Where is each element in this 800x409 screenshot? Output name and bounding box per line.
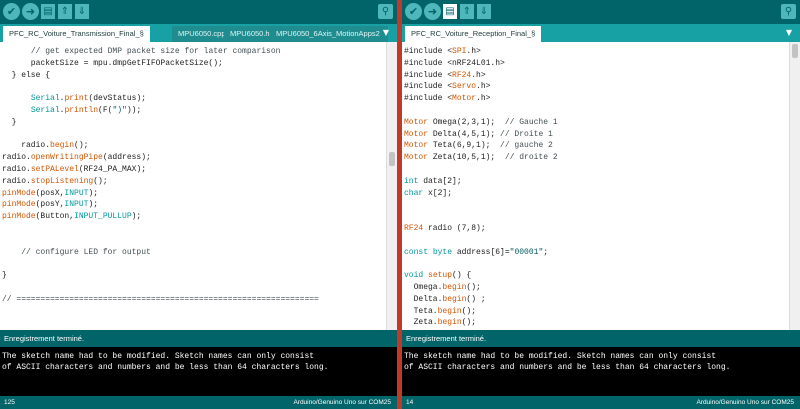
code-line[interactable]: Motor Zeta(10,5,1); // droite 2 <box>404 153 558 162</box>
code-line[interactable]: } <box>2 271 7 280</box>
code-line[interactable]: packetSize = mpu.dmpGetFIFOPacketSize(); <box>2 59 223 68</box>
console-line: The sketch name had to be modified. Sket… <box>2 352 315 361</box>
code-line[interactable]: // get expected DMP packet size for late… <box>2 47 281 56</box>
right-scrollbar-thumb[interactable] <box>792 44 798 58</box>
code-line[interactable]: radio.begin(); <box>2 141 88 150</box>
code-line[interactable]: const byte address[6]="00001"; <box>404 248 548 257</box>
left-code-text[interactable]: // get expected DMP packet size for late… <box>0 42 387 306</box>
tab-transmission-final[interactable]: PFC_RC_Voiture_Transmission_Final_§ <box>3 26 150 42</box>
left-tab-bar: PFC_RC_Voiture_Transmission_Final_§ MPU6… <box>0 24 397 42</box>
code-line[interactable]: int data[2]; <box>404 177 462 186</box>
right-console-text: The sketch name had to be modified. Sket… <box>402 347 800 373</box>
open-sketch-icon[interactable]: ⇑ <box>58 4 72 19</box>
code-line[interactable]: #include <SPI.h> <box>404 47 481 56</box>
code-line[interactable]: #include <RF24.h> <box>404 71 486 80</box>
right-footer: 14 Arduino/Genuino Uno sur COM25 <box>402 396 800 409</box>
upload-icon[interactable]: ➜ <box>22 3 39 20</box>
console-line: The sketch name had to be modified. Sket… <box>404 352 717 361</box>
code-line[interactable]: radio.stopListening(); <box>2 177 108 186</box>
code-line[interactable]: radio.openWritingPipe(address); <box>2 153 151 162</box>
verify-icon[interactable]: ✔ <box>405 3 422 20</box>
right-ide-window: ✔ ➜ ▤ ⇑ ⇓ ⚲ PFC_RC_Voiture_Reception_Fin… <box>402 0 800 409</box>
left-ide-window: ✔ ➜ ▤ ⇑ ⇓ ⚲ PFC_RC_Voiture_Transmission_… <box>0 0 397 409</box>
new-sketch-icon[interactable]: ▤ <box>41 4 55 19</box>
right-editor-scrollbar[interactable] <box>789 42 800 330</box>
code-line[interactable]: Zeta.begin(); <box>404 318 476 327</box>
left-scrollbar-thumb[interactable] <box>389 152 395 166</box>
right-console: The sketch name had to be modified. Sket… <box>402 347 800 396</box>
code-line[interactable]: Teta.begin(); <box>404 307 476 316</box>
right-tab-bar: PFC_RC_Voiture_Reception_Final_§ ▼ <box>402 24 800 42</box>
new-sketch-icon[interactable]: ▤ <box>443 4 457 19</box>
code-line[interactable]: pinMode(posX,INPUT); <box>2 189 98 198</box>
left-editor-scrollbar[interactable] <box>386 42 397 330</box>
tab-mpu6050-h[interactable]: MPU6050.h <box>224 26 276 42</box>
board-port-label: Arduino/Genuino Uno sur COM25 <box>293 399 391 406</box>
code-line[interactable]: #include <Motor.h> <box>404 94 490 103</box>
tab-mpu6050-cpp[interactable]: MPU6050.cpp <box>172 26 232 42</box>
save-sketch-icon[interactable]: ⇓ <box>477 4 491 19</box>
code-line[interactable]: // configure LED for output <box>2 248 151 257</box>
console-line: of ASCII characters and numbers and be l… <box>2 363 329 372</box>
line-number: 125 <box>4 399 15 406</box>
code-line[interactable]: #include <nRF24L01.h> <box>404 59 505 68</box>
code-line[interactable]: } <box>2 118 17 127</box>
right-toolbar: ✔ ➜ ▤ ⇑ ⇓ ⚲ <box>402 0 800 24</box>
left-console-text: The sketch name had to be modified. Sket… <box>0 347 397 373</box>
code-line[interactable]: } else { <box>2 71 50 80</box>
left-status-bar: Enregistrement terminé. <box>0 330 397 347</box>
upload-icon[interactable]: ➜ <box>424 3 441 20</box>
code-line[interactable]: void setup() { <box>404 271 471 280</box>
serial-monitor-icon[interactable]: ⚲ <box>781 4 796 19</box>
tab-mpu6050-motionapps[interactable]: MPU6050_6Axis_MotionApps2 <box>270 26 388 42</box>
right-status-bar: Enregistrement terminé. <box>402 330 800 347</box>
code-line[interactable]: Omega.begin(); <box>404 283 481 292</box>
code-line[interactable]: radio.setPALevel(RF24_PA_MAX); <box>2 165 146 174</box>
tab-menu-chevron-down-icon[interactable]: ▼ <box>383 28 389 38</box>
code-line[interactable]: Serial.println(F(")")); <box>2 106 141 115</box>
open-sketch-icon[interactable]: ⇑ <box>460 4 474 19</box>
board-port-label: Arduino/Genuino Uno sur COM25 <box>696 399 794 406</box>
code-line[interactable]: RF24 radio (7,8); <box>404 224 486 233</box>
right-code-text[interactable]: #include <SPI.h> #include <nRF24L01.h> #… <box>402 42 790 329</box>
code-line[interactable]: Motor Omega(2,3,1); // Gauche 1 <box>404 118 558 127</box>
left-footer: 125 Arduino/Genuino Uno sur COM25 <box>0 396 397 409</box>
code-line[interactable]: Motor Teta(6,9,1); // gauche 2 <box>404 141 553 150</box>
console-line: of ASCII characters and numbers and be l… <box>404 363 731 372</box>
tab-menu-chevron-down-icon[interactable]: ▼ <box>786 28 792 38</box>
code-line[interactable]: pinMode(posY,INPUT); <box>2 200 98 209</box>
save-sketch-icon[interactable]: ⇓ <box>75 4 89 19</box>
code-line[interactable]: // =====================================… <box>2 295 319 304</box>
serial-monitor-icon[interactable]: ⚲ <box>378 4 393 19</box>
left-toolbar: ✔ ➜ ▤ ⇑ ⇓ ⚲ <box>0 0 397 24</box>
code-line[interactable]: #include <Servo.h> <box>404 82 490 91</box>
line-number: 14 <box>406 399 414 406</box>
code-line[interactable]: pinMode(Button,INPUT_PULLUP); <box>2 212 141 221</box>
verify-icon[interactable]: ✔ <box>3 3 20 20</box>
code-line[interactable]: Serial.print(devStatus); <box>2 94 146 103</box>
left-console: The sketch name had to be modified. Sket… <box>0 347 397 396</box>
code-line[interactable]: char x[2]; <box>404 189 452 198</box>
right-code-editor[interactable]: #include <SPI.h> #include <nRF24L01.h> #… <box>402 42 790 330</box>
code-line[interactable]: Delta.begin() ; <box>404 295 486 304</box>
tab-reception-final[interactable]: PFC_RC_Voiture_Reception_Final_§ <box>405 26 542 42</box>
code-line[interactable]: Motor Delta(4,5,1); // Droite 1 <box>404 130 553 139</box>
left-code-editor[interactable]: // get expected DMP packet size for late… <box>0 42 387 330</box>
